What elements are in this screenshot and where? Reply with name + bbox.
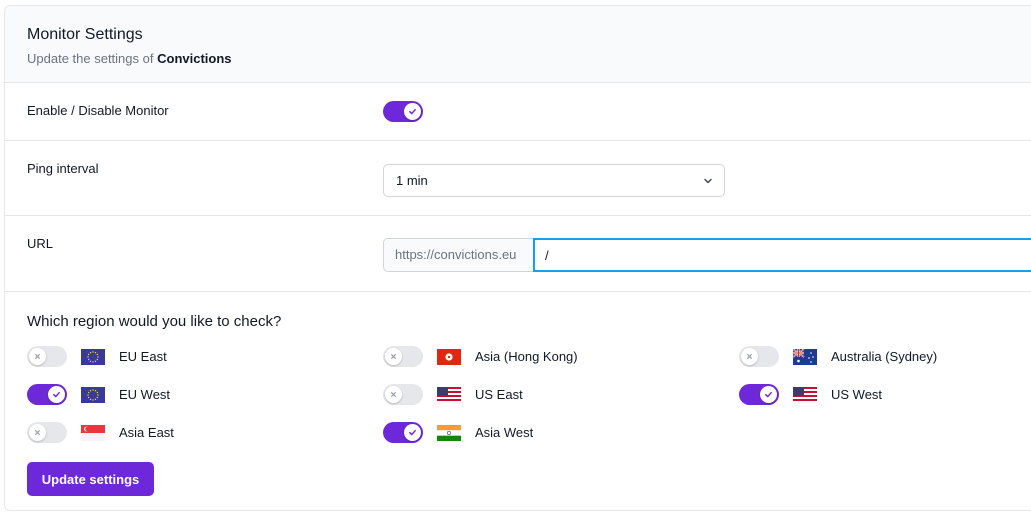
region-toggle-asia-hong-kong[interactable]: [383, 346, 423, 367]
update-settings-button[interactable]: Update settings: [27, 462, 154, 496]
subtitle-prefix: Update the settings of: [27, 51, 154, 66]
eu-flag-icon: [81, 387, 105, 403]
check-icon: [409, 108, 416, 115]
toggle-knob: [760, 386, 777, 403]
monitor-settings-card: Monitor Settings Update the settings of …: [4, 5, 1031, 511]
url-label: URL: [27, 236, 54, 251]
australia-flag-icon: [793, 349, 817, 365]
region-toggle-eu-west[interactable]: [27, 384, 67, 405]
card-header: Monitor Settings Update the settings of …: [5, 6, 1031, 83]
page-subtitle: Update the settings of Convictions: [27, 51, 232, 66]
monitor-name: Convictions: [157, 51, 232, 66]
toggle-knob: [385, 348, 402, 365]
page-title: Monitor Settings: [27, 26, 143, 43]
eu-flag-icon: [81, 349, 105, 365]
singapore-flag-icon: [81, 425, 105, 441]
toggle-knob: [404, 103, 421, 120]
region-question: Which region would you like to check?: [27, 313, 282, 330]
ping-label: Ping interval: [27, 161, 99, 176]
url-path-input[interactable]: [533, 238, 1031, 272]
us-flag-icon: [437, 387, 461, 403]
region-toggle-asia-east[interactable]: [27, 422, 67, 443]
x-icon: [391, 354, 396, 359]
ping-interval-value: 1 min: [396, 173, 428, 188]
toggle-knob: [29, 348, 46, 365]
check-icon: [53, 391, 60, 398]
toggle-knob: [741, 348, 758, 365]
region-toggle-us-west[interactable]: [739, 384, 779, 405]
region-toggle-eu-east[interactable]: [27, 346, 67, 367]
hong-kong-flag-icon: [437, 349, 461, 365]
url-prefix: https://convictions.eu: [383, 238, 533, 272]
toggle-knob: [29, 424, 46, 441]
x-icon: [35, 430, 40, 435]
region-label-australia-sydney: Australia (Sydney): [831, 349, 938, 364]
x-icon: [391, 392, 396, 397]
check-icon: [409, 429, 416, 436]
toggle-knob: [48, 386, 65, 403]
ping-interval-select[interactable]: 1 min: [383, 164, 725, 197]
us-flag-icon: [793, 387, 817, 403]
check-icon: [765, 391, 772, 398]
x-icon: [747, 354, 752, 359]
region-label-asia-hong-kong: Asia (Hong Kong): [475, 349, 578, 364]
region-toggle-asia-west[interactable]: [383, 422, 423, 443]
region-label-us-west: US West: [831, 387, 883, 402]
region-toggle-us-east[interactable]: [383, 384, 423, 405]
x-icon: [35, 354, 40, 359]
enable-monitor-toggle[interactable]: [383, 101, 423, 122]
region-label-eu-west: EU West: [119, 387, 171, 402]
region-label-asia-east: Asia East: [119, 425, 174, 440]
region-label-us-east: US East: [475, 387, 523, 402]
enable-label: Enable / Disable Monitor: [27, 103, 169, 118]
india-flag-icon: [437, 425, 461, 441]
enable-row: Enable / Disable Monitor: [5, 83, 1031, 141]
region-label-asia-west: Asia West: [475, 425, 534, 440]
toggle-knob: [385, 386, 402, 403]
chevron-down-icon: [704, 178, 712, 184]
region-toggle-australia-sydney[interactable]: [739, 346, 779, 367]
region-label-eu-east: EU East: [119, 349, 167, 364]
toggle-knob: [404, 424, 421, 441]
